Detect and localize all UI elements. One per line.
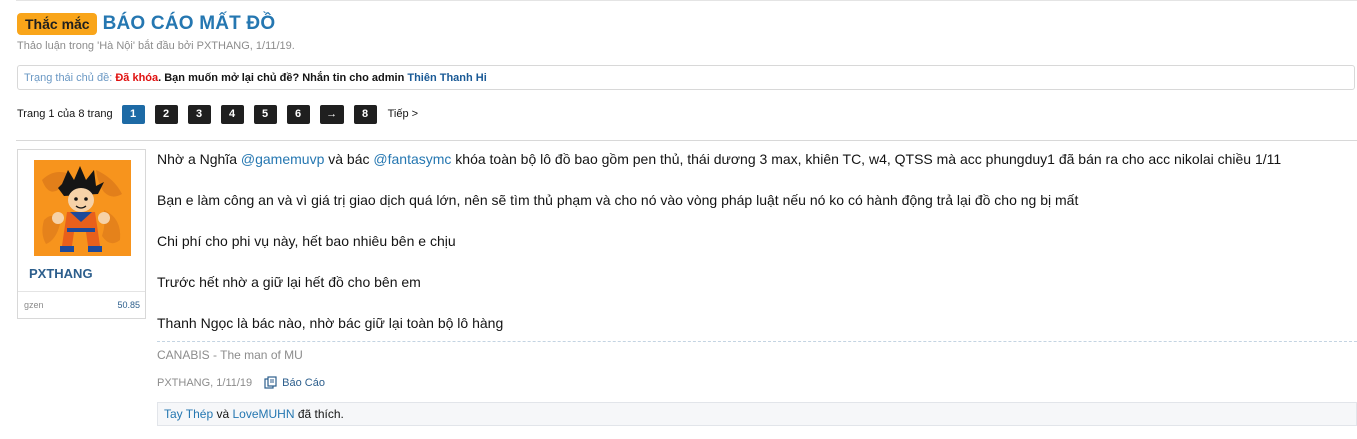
- status-locked: Đã khóa: [115, 72, 159, 84]
- thread-header: Thắc mắc BÁO CÁO MẤT ĐỒ: [17, 11, 275, 37]
- page-button-6[interactable]: 6: [286, 104, 310, 124]
- post-author-date[interactable]: PXTHANG, 1/11/19: [157, 377, 252, 389]
- thread-prefix-badge[interactable]: Thắc mắc: [17, 13, 97, 35]
- user-signature: CANABIS - The man of MU: [157, 348, 303, 362]
- page-button-1[interactable]: 1: [121, 104, 145, 124]
- post-paragraph-5: Thanh Ngọc là bác nào, nhờ bác giữ lại t…: [157, 315, 504, 331]
- post-text: và bác: [324, 151, 374, 167]
- signature-divider: [157, 341, 1357, 342]
- liker-link-lovemuhn[interactable]: LoveMUHN: [233, 407, 295, 421]
- post-text: Nhờ a Nghĩa: [157, 151, 241, 167]
- avatar-image: [34, 160, 131, 256]
- author-link[interactable]: PXTHANG: [197, 40, 250, 52]
- page-button-8[interactable]: 8: [353, 104, 377, 124]
- thread-title: BÁO CÁO MẤT ĐỒ: [102, 13, 276, 34]
- report-icon: [264, 376, 277, 389]
- page-button-5[interactable]: 5: [253, 104, 277, 124]
- avatar[interactable]: [34, 160, 131, 256]
- meta-prefix: Thảo luận trong: [17, 40, 98, 52]
- post-paragraph-2: Bạn e làm công an và vì giá trị giao dịc…: [157, 192, 1079, 208]
- meta-date: , 1/11/19.: [249, 40, 295, 52]
- liker-link-tay-thep[interactable]: Tay Thép: [164, 407, 213, 421]
- post-paragraph-1: Nhờ a Nghĩa @gamemuvp và bác @fantasymc …: [157, 150, 1357, 168]
- user-panel-divider: [18, 291, 145, 292]
- admin-link[interactable]: Thiên Thanh Hi: [407, 72, 486, 84]
- page-skip-button[interactable]: →: [319, 104, 344, 124]
- username-link[interactable]: PXTHANG: [29, 266, 93, 281]
- report-button[interactable]: Báo Cáo: [264, 376, 325, 389]
- user-stat-label: gzen: [24, 300, 44, 310]
- meta-started-by: bắt đầu bởi: [134, 40, 197, 52]
- post-content: Nhờ a Nghĩa @gamemuvp và bác @fantasymc …: [157, 150, 1357, 332]
- post-text: khóa toàn bộ lô đồ bao gồm pen thủ, thái…: [451, 151, 1282, 167]
- post-paragraph-4: Trước hết nhờ a giữ lại hết đồ cho bên e…: [157, 274, 421, 290]
- report-label: Báo Cáo: [282, 376, 325, 389]
- thread-status-notice: Trạng thái chủ đề: Đã khóa. Bạn muốn mở …: [17, 65, 1355, 90]
- post-divider: [16, 140, 1357, 141]
- user-info-panel: PXTHANG gzen 50.85: [17, 149, 146, 319]
- page-button-4[interactable]: 4: [220, 104, 244, 124]
- likes-summary: Tay Thép và LoveMUHN đã thích.: [157, 402, 1357, 426]
- post-paragraph-3: Chi phí cho phi vụ này, hết bao nhiêu bê…: [157, 233, 456, 249]
- page-button-2[interactable]: 2: [154, 104, 178, 124]
- page-indicator: Trang 1 của 8 trang: [17, 108, 113, 120]
- post-meta: PXTHANG, 1/11/19 Báo Cáo: [157, 376, 325, 389]
- likes-suffix: đã thích.: [294, 407, 344, 421]
- thread-meta: Thảo luận trong 'Hà Nội' bắt đầu bởi PXT…: [17, 40, 295, 52]
- status-message: . Bạn muốn mở lại chủ đề? Nhắn tin cho a…: [158, 72, 408, 84]
- status-label: Trạng thái chủ đề:: [24, 72, 113, 84]
- likes-connector: và: [213, 407, 233, 421]
- forum-link[interactable]: 'Hà Nội': [97, 40, 135, 52]
- next-page-link[interactable]: Tiếp >: [388, 108, 418, 120]
- user-stat-value: 50.85: [117, 300, 140, 310]
- pagination: Trang 1 của 8 trang 1 2 3 4 5 6 → 8 Tiếp…: [17, 104, 418, 124]
- mention-link-fantasymc[interactable]: @fantasymc: [373, 151, 451, 167]
- mention-link-gamemuvp[interactable]: @gamemuvp: [241, 151, 324, 167]
- top-divider: [16, 0, 1357, 1]
- page-button-3[interactable]: 3: [187, 104, 211, 124]
